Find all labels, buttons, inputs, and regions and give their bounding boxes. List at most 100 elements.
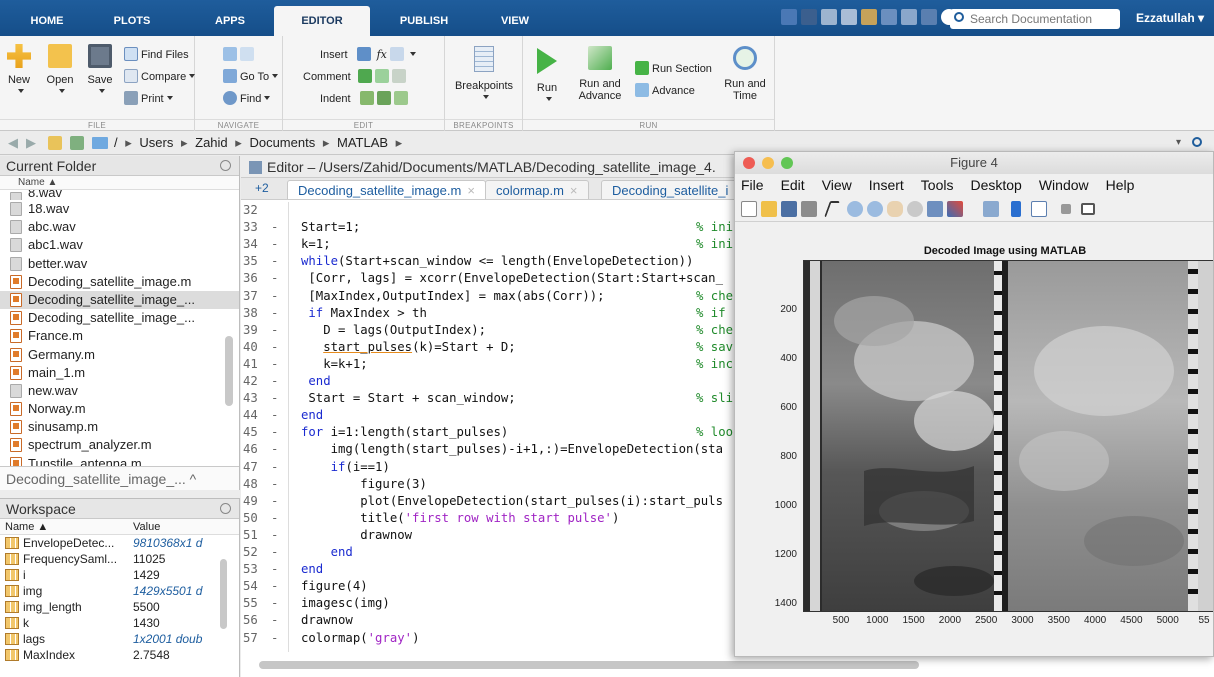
file-list-item[interactable]: abc.wav [0, 218, 239, 236]
breakpoint-marker[interactable]: - [271, 373, 278, 390]
workspace-variable-row[interactable]: i 1429 [0, 567, 239, 583]
editor-tab[interactable]: Decoding_satellite_image.m × [287, 180, 486, 199]
breakpoint-marker[interactable]: - [271, 424, 278, 441]
hide-plot-tools-icon[interactable] [1061, 204, 1071, 214]
switch-windows-icon[interactable] [921, 9, 937, 25]
tab-view[interactable]: VIEW [476, 6, 554, 36]
workspace-variable-row[interactable]: lags 1x2001 doub [0, 631, 239, 647]
save-icon[interactable] [801, 9, 817, 25]
save-button[interactable]: Save [84, 44, 116, 98]
figure-menu-file[interactable]: File [741, 177, 764, 193]
uncomment-icon[interactable] [374, 69, 389, 83]
file-list-item[interactable]: sinusamp.m [0, 418, 239, 436]
figure-menu-edit[interactable]: Edit [781, 177, 805, 193]
workspace-variable-row[interactable]: img 1429x5501 d [0, 583, 239, 599]
breakpoint-marker[interactable]: - [271, 390, 278, 407]
new-button[interactable]: New [4, 44, 34, 98]
line-number[interactable]: 53 [243, 561, 271, 578]
increase-indent-icon[interactable] [376, 91, 391, 105]
data-cursor-icon[interactable] [927, 201, 943, 217]
file-list-item[interactable]: abc1.wav [0, 236, 239, 254]
tab-editor[interactable]: EDITOR [274, 6, 370, 36]
breakpoint-marker[interactable]: - [271, 544, 278, 561]
line-number[interactable]: 52 [243, 544, 271, 561]
close-window-icon[interactable] [743, 157, 755, 169]
editor-tab[interactable]: colormap.m × [485, 180, 589, 199]
insert-dropdown-arrow-icon[interactable] [409, 52, 416, 56]
layout-icon[interactable] [781, 9, 797, 25]
file-list-item[interactable]: Decoding_satellite_image_... [0, 290, 239, 310]
file-list-item[interactable]: Norway.m [0, 400, 239, 418]
breakpoint-marker[interactable]: - [271, 407, 278, 424]
brush-icon[interactable] [947, 201, 963, 217]
file-list-item[interactable]: 18.wav [0, 200, 239, 218]
file-list-item[interactable]: spectrum_analyzer.m [0, 436, 239, 454]
tab-plots[interactable]: PLOTS [100, 6, 164, 36]
minimize-window-icon[interactable] [762, 157, 774, 169]
figure-menu-view[interactable]: View [822, 177, 852, 193]
close-tab-icon[interactable]: × [570, 183, 578, 198]
workspace-scrollbar[interactable] [220, 559, 227, 629]
forward-arrow-icon[interactable]: ▶ [26, 131, 36, 155]
fx-icon[interactable]: fx [377, 48, 387, 61]
file-list-item[interactable]: Germany.m [0, 346, 239, 364]
editor-horizontal-scrollbar[interactable] [259, 661, 919, 669]
new-figure-icon[interactable] [741, 201, 757, 217]
line-number[interactable]: 44 [243, 407, 271, 424]
line-number[interactable]: 50 [243, 510, 271, 527]
file-list-scrollbar[interactable] [225, 336, 233, 406]
find-files-button[interactable]: Find Files [124, 46, 189, 64]
breadcrumb-documents[interactable]: Documents [249, 135, 315, 150]
breadcrumb-zahid[interactable]: Zahid [195, 135, 228, 150]
breakpoint-marker[interactable]: - [271, 441, 278, 458]
workspace-variable-row[interactable]: FrequencySaml... 11025 [0, 551, 239, 567]
name-column-header[interactable]: Name ▲ [0, 176, 239, 190]
line-number[interactable]: 41 [243, 356, 271, 373]
breakpoint-marker[interactable]: - [271, 459, 278, 476]
details-bar[interactable]: Decoding_satellite_image_... ^ [0, 466, 239, 490]
undo-icon[interactable] [881, 9, 897, 25]
breakpoint-marker[interactable]: - [271, 510, 278, 527]
breadcrumb-matlab[interactable]: MATLAB [337, 135, 388, 150]
file-list-item[interactable]: France.m [0, 327, 239, 345]
workspace-value-header[interactable]: Value [133, 519, 160, 535]
rotate-icon[interactable] [907, 201, 923, 217]
figure-menu-help[interactable]: Help [1106, 177, 1135, 193]
zoom-out-icon[interactable] [867, 201, 883, 217]
line-number[interactable]: 43 [243, 390, 271, 407]
line-number[interactable]: 48 [243, 476, 271, 493]
workspace-name-header[interactable]: Name ▲ [5, 519, 48, 535]
workspace-variable-row[interactable]: k 1430 [0, 615, 239, 631]
editor-tab[interactable]: Decoding_satellite_i [601, 180, 740, 199]
legend-icon[interactable] [1031, 201, 1047, 217]
file-list-item[interactable]: 8.wav [0, 190, 239, 200]
back-arrow-icon[interactable]: ◀ [8, 131, 18, 155]
file-list-item[interactable]: Decoding_satellite_image_... [0, 309, 239, 327]
file-list-item[interactable]: main_1.m [0, 364, 239, 382]
zoom-window-icon[interactable] [781, 157, 793, 169]
panel-menu-icon[interactable] [220, 160, 231, 171]
comment-icon[interactable] [357, 69, 372, 83]
line-number[interactable]: 51 [243, 527, 271, 544]
link-plot-icon[interactable] [983, 201, 999, 217]
back-forward-buttons[interactable] [223, 46, 257, 64]
close-tab-icon[interactable]: × [467, 183, 475, 198]
breakpoint-marker[interactable]: - [271, 305, 278, 322]
tab-publish[interactable]: PUBLISH [384, 6, 464, 36]
breakpoint-marker[interactable]: - [271, 356, 278, 373]
line-number[interactable]: 57 [243, 630, 271, 647]
line-number[interactable]: 33 [243, 219, 271, 236]
breakpoint-marker[interactable]: - [271, 339, 278, 356]
run-and-time-button[interactable]: Run and Time [723, 46, 767, 102]
user-menu[interactable]: Ezzatullah ▾ [1136, 0, 1204, 36]
breadcrumb-users[interactable]: Users [139, 135, 173, 150]
line-number[interactable]: 32 [243, 202, 271, 219]
up-folder-icon[interactable] [48, 136, 62, 150]
show-plot-tools-icon[interactable] [1081, 203, 1095, 215]
insert-section-icon[interactable] [356, 47, 371, 61]
save-figure-icon[interactable] [781, 201, 797, 217]
go-to-button[interactable]: Go To [223, 68, 279, 86]
open-file-icon[interactable] [761, 201, 777, 217]
browse-folder-icon[interactable] [70, 136, 84, 150]
breakpoint-marker[interactable]: - [271, 236, 278, 253]
